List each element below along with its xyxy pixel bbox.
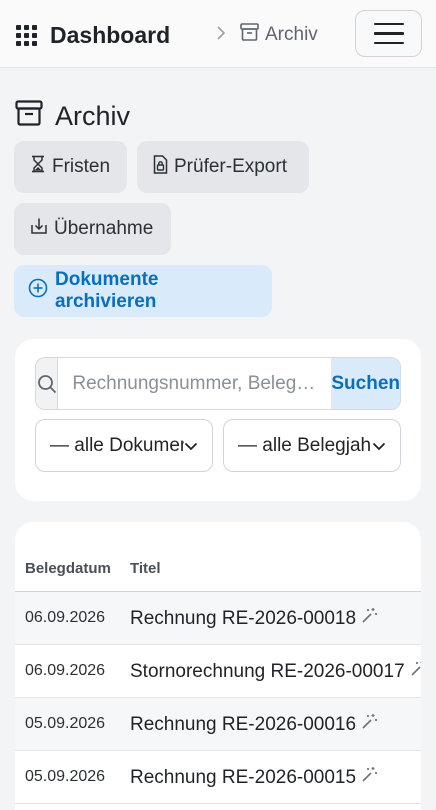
- search-card: Suchen — alle Dokumente — alle Belegjahr…: [15, 339, 421, 501]
- archive-box-icon: [240, 23, 265, 47]
- chevron-right-icon: [216, 24, 232, 46]
- hourglass-icon: [30, 155, 52, 179]
- row-date: 06.09.2026: [25, 609, 106, 626]
- uebernahme-button[interactable]: Übernahme: [14, 203, 171, 255]
- top-navbar: Dashboard Archiv: [0, 0, 436, 68]
- archive-documents-label: Dokumente archivieren: [55, 269, 159, 312]
- brand-title: Dashboard: [50, 22, 171, 48]
- page-title: Archiv: [15, 100, 130, 133]
- brand-link[interactable]: Dashboard: [16, 22, 170, 49]
- pruefer-export-button[interactable]: Prüfer-Export: [137, 141, 309, 193]
- table-row[interactable]: 06.09.2026 Rechnung RE-2026-00018: [15, 592, 421, 645]
- breadcrumb: Archiv: [216, 23, 318, 47]
- chevron-down-icon: [372, 435, 386, 457]
- row-title: Rechnung RE-2026-00016: [130, 713, 378, 736]
- archive-documents-button[interactable]: Dokumente archivieren: [14, 265, 272, 317]
- row-title: Rechnung RE-2026-00018: [130, 607, 378, 630]
- table-row[interactable]: 05.09.2026 Rechnung RE-2026-00016: [15, 698, 421, 751]
- column-header-title[interactable]: Titel: [130, 560, 161, 577]
- archive-box-icon: [15, 100, 55, 133]
- chevron-down-icon: [184, 435, 198, 457]
- fristen-label: Fristen: [52, 156, 111, 177]
- file-lock-icon: [153, 154, 174, 180]
- table-row[interactable]: 05.09.2026 Rechnung RE-2026-00015: [15, 751, 421, 804]
- row-date: 05.09.2026: [25, 715, 106, 732]
- search-group: Suchen: [35, 357, 401, 410]
- column-header-date[interactable]: Belegdatum: [25, 560, 111, 577]
- search-icon: [36, 358, 59, 409]
- fristen-button[interactable]: Fristen: [14, 141, 127, 193]
- row-title: Stornorechnung RE-2026-00017: [130, 660, 421, 683]
- menu-toggle-button[interactable]: [355, 10, 422, 57]
- documents-table: Belegdatum Titel 06.09.2026 Rechnung RE-…: [15, 522, 421, 810]
- pruefer-export-label: Prüfer-Export: [174, 156, 287, 177]
- magic-wand-icon: [356, 607, 378, 630]
- row-title-text[interactable]: Stornorechnung RE-2026-00017: [130, 661, 405, 683]
- magic-wand-icon: [405, 660, 421, 683]
- row-date: 05.09.2026: [25, 768, 106, 785]
- magic-wand-icon: [356, 713, 378, 736]
- receipt-year-value: — alle Belegjahre: [238, 434, 372, 456]
- download-tray-icon: [30, 217, 54, 241]
- document-type-value: — alle Dokumente: [50, 434, 184, 456]
- document-type-select[interactable]: — alle Dokumente: [35, 419, 213, 472]
- table-row[interactable]: 06.09.2026 Stornorechnung RE-2026-00017: [15, 645, 421, 698]
- row-title-text[interactable]: Rechnung RE-2026-00018: [130, 608, 356, 630]
- uebernahme-label: Übernahme: [54, 218, 154, 239]
- apps-grid-icon: [16, 25, 37, 46]
- receipt-year-select[interactable]: — alle Belegjahre: [223, 419, 401, 472]
- plus-circle-icon: [28, 278, 55, 304]
- search-input[interactable]: [58, 358, 332, 409]
- menu-icon: [373, 22, 404, 26]
- row-title-text[interactable]: Rechnung RE-2026-00016: [130, 714, 356, 736]
- page-title-text: Archiv: [55, 101, 131, 131]
- search-button[interactable]: Suchen: [331, 358, 400, 409]
- table-header: Belegdatum Titel: [15, 522, 421, 592]
- row-title: Rechnung RE-2026-00015: [130, 766, 378, 789]
- magic-wand-icon: [356, 766, 378, 789]
- row-title-text[interactable]: Rechnung RE-2026-00015: [130, 767, 356, 789]
- row-date: 06.09.2026: [25, 662, 106, 679]
- breadcrumb-current[interactable]: Archiv: [265, 24, 318, 46]
